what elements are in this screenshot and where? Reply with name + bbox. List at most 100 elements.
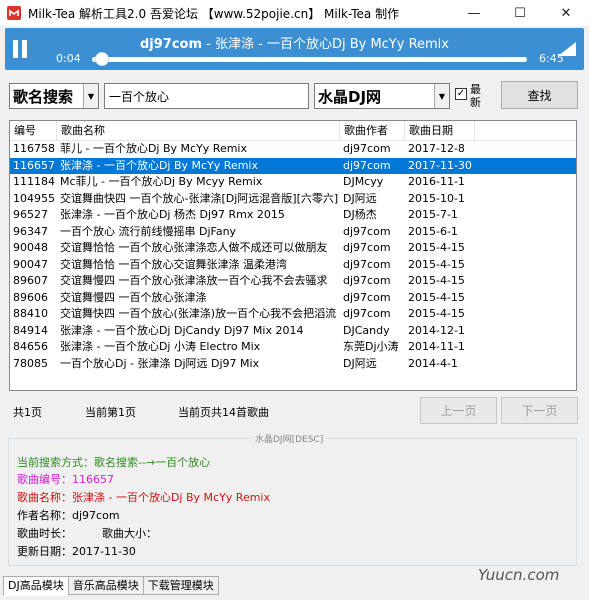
chevron-down-icon[interactable]: ▼ [83, 84, 98, 108]
table-row[interactable]: 90047 交谊舞恰恰 一百个放心交谊舞张津涤 温柔港湾 dj97com 2015-4… [10, 257, 576, 274]
table-row[interactable]: 89607 交谊舞慢四 一百个放心张津涤放一百个心我不会去骚求 dj97com 201… [10, 273, 576, 290]
cell-author: DJ杨杰 [343, 208, 377, 221]
table-row[interactable]: 116758 菲儿 - 一百个放心Dj By McYy Remix dj97com 2… [10, 141, 576, 158]
table-row[interactable]: 89606 交谊舞慢四 一百个放心张津涤 dj97com 2015-4-15 [10, 290, 576, 307]
table-row[interactable]: 90048 交谊舞恰恰 一百个放心张津涤恋人做不成还可以做朋友 dj97com 201… [10, 240, 576, 257]
cell-author: dj97com [343, 274, 391, 287]
next-page-button[interactable]: 下一页 [501, 397, 578, 424]
cell-name: 菲儿 - 一百个放心Dj By McYy Remix [60, 142, 247, 155]
now-playing-title: dj97com - 张津涤 - 一百个放心Dj By McYy Remix [5, 33, 584, 52]
cell-name: 张津涤 - 一百个放心Dj 小涛 Electro Mix [60, 340, 261, 353]
cell-date: 2015-4-15 [408, 290, 465, 304]
cell-date: 2014-11-1 [408, 340, 465, 353]
search-button[interactable]: 查找 [501, 81, 578, 109]
tab-dj[interactable]: DJ高品模块 [3, 576, 69, 596]
table-row[interactable]: 116657 张津涤 - 一百个放心Dj By McYy Remix dj97com… [10, 157, 576, 174]
progress-thumb[interactable] [95, 52, 110, 66]
cell-id: 111184 [13, 175, 55, 188]
total-pages: 共1页 [13, 406, 42, 419]
cell-id: 78085 [13, 356, 48, 370]
cell-date: 2015-10-1 [408, 191, 465, 205]
header-id[interactable]: 编号 [10, 121, 57, 141]
cell-date: 2015-6-1 [408, 224, 458, 238]
cell-date: 2017-11-30 [408, 158, 472, 172]
cell-author: DJ阿远 [343, 191, 377, 205]
table-row[interactable]: 96527 张津涤 - 一百个放心Dj 杨杰 Dj97 Rmx 2015 DJ杨杰 2… [10, 207, 576, 224]
cell-name: 交谊舞慢四 一百个放心张津涤放一百个心我不会去骚求 [60, 274, 328, 287]
volume-icon[interactable] [558, 42, 576, 56]
search-mode-value: 歌名搜索 [13, 87, 74, 106]
cell-date: 2015-7-1 [408, 208, 458, 221]
table-row[interactable]: 88410 交谊舞快四 一百个放心(张津涤)放一百个心我不会把滔流 dj97com 2… [10, 306, 576, 323]
cell-name: 交谊舞快四 一百个放心(张津涤)放一百个心我不会把滔流 [60, 307, 337, 320]
list-header: 编号 歌曲名称 歌曲作者 歌曲日期 [10, 121, 576, 141]
minimize-button[interactable]: — [451, 0, 497, 26]
cell-id: 84656 [13, 340, 48, 353]
cell-id: 84914 [13, 323, 48, 337]
cell-id: 90048 [13, 241, 48, 254]
cell-id: 104955 [13, 191, 55, 205]
close-button[interactable]: ✕ [543, 0, 589, 26]
tab-music[interactable]: 音乐高品模块 [67, 576, 144, 595]
cell-author: DJMcyy [343, 175, 384, 188]
chevron-down-icon[interactable]: ▼ [434, 84, 449, 108]
cell-name: 张津涤 - 一百个放心Dj DjCandy Dj97 Mix 2014 [60, 323, 304, 337]
search-mode-select[interactable]: 歌名搜索 ▼ [9, 83, 99, 109]
cell-author: dj97com [343, 158, 391, 172]
song-name-info: 歌曲名称：张津涤 - 一百个放心Dj By McYy Remix [17, 491, 270, 504]
cell-name: 交谊舞恰恰 一百个放心张津涤恋人做不成还可以做朋友 [60, 241, 328, 254]
current-time: 0:04 [56, 52, 81, 65]
update-date-info: 更新日期：2017-11-30 [17, 545, 136, 558]
info-group-title: 水晶DJ网[DESC] [253, 432, 326, 445]
cell-id: 88410 [13, 307, 48, 320]
search-input[interactable] [104, 83, 309, 109]
cell-name: 交谊舞曲快四 一百个放心-张津涤[Dj阿远混音版][六零六] [60, 191, 339, 205]
cell-author: dj97com [343, 290, 391, 304]
cell-date: 2015-4-15 [408, 307, 465, 320]
search-mode-info: 当前搜索方式：歌名搜索--→一百个放心 [17, 456, 211, 469]
table-row[interactable]: 84656 张津涤 - 一百个放心Dj 小涛 Electro Mix 东莞Dj小涛 2… [10, 339, 576, 356]
now-playing-track: - 张津涤 - 一百个放心Dj By McYy Remix [202, 37, 449, 52]
song-id-info: 歌曲编号：116657 [17, 473, 114, 486]
cell-author: dj97com [343, 224, 391, 238]
cell-id: 96347 [13, 224, 48, 238]
newest-label: 最新 [470, 83, 481, 109]
header-blank[interactable] [475, 121, 576, 141]
author-info: 作者名称：dj97com [17, 509, 120, 522]
table-row[interactable]: 78085 一百个放心Dj - 张津涤 Dj阿远 Dj97 Mix DJ阿远 2014… [10, 356, 576, 373]
cell-name: 张津涤 - 一百个放心Dj By McYy Remix [60, 158, 258, 172]
song-list[interactable]: 编号 歌曲名称 歌曲作者 歌曲日期 116758 菲儿 - 一百个放心Dj By … [9, 120, 577, 391]
cell-id: 89607 [13, 274, 48, 287]
duration-info: 歌曲时长： [17, 527, 72, 540]
page-song-count: 当前页共14首歌曲 [178, 406, 269, 419]
cell-id: 90047 [13, 257, 48, 271]
cell-name: 交谊舞慢四 一百个放心张津涤 [60, 290, 207, 304]
cell-author: dj97com [343, 241, 391, 254]
cell-name: 张津涤 - 一百个放心Dj 杨杰 Dj97 Rmx 2015 [60, 208, 285, 221]
cell-date: 2014-12-1 [408, 323, 465, 337]
cell-date: 2016-11-1 [408, 175, 465, 188]
window-title: Milk-Tea 解析工具2.0 吾爱论坛 【www.52pojie.cn】 M… [28, 6, 400, 21]
cell-author: dj97com [343, 142, 391, 155]
table-row[interactable]: 104955 交谊舞曲快四 一百个放心-张津涤[Dj阿远混音版][六零六] DJ阿远… [10, 191, 576, 208]
header-date[interactable]: 歌曲日期 [405, 121, 475, 141]
maximize-button[interactable]: ☐ [497, 0, 543, 26]
cell-author: DJ阿远 [343, 356, 377, 370]
source-select[interactable]: 水晶DJ网 ▼ [314, 83, 450, 109]
table-row[interactable]: 111184 Mc菲儿 - 一百个放心Dj By Mcyy Remix DJMcyy… [10, 174, 576, 191]
cell-id: 116657 [13, 158, 55, 172]
source-value: 水晶DJ网 [318, 87, 382, 106]
list-body: 116758 菲儿 - 一百个放心Dj By McYy Remix dj97com 2… [10, 141, 576, 372]
header-author[interactable]: 歌曲作者 [340, 121, 405, 141]
prev-page-button[interactable]: 上一页 [420, 397, 497, 424]
newest-checkbox[interactable]: ✓ [455, 88, 467, 100]
tab-download[interactable]: 下载管理模块 [142, 576, 219, 595]
progress-slider[interactable] [92, 52, 527, 66]
table-row[interactable]: 96347 一百个放心 流行前线慢摇串 DjFany dj97com 2015-6-1 [10, 224, 576, 241]
cell-author: dj97com [343, 257, 391, 271]
table-row[interactable]: 84914 张津涤 - 一百个放心Dj DjCandy Dj97 Mix 2014… [10, 323, 576, 340]
cell-date: 2014-4-1 [408, 356, 458, 370]
header-name[interactable]: 歌曲名称 [57, 121, 340, 141]
cell-date: 2017-12-8 [408, 142, 465, 155]
now-playing-artist: dj97com [139, 37, 203, 52]
